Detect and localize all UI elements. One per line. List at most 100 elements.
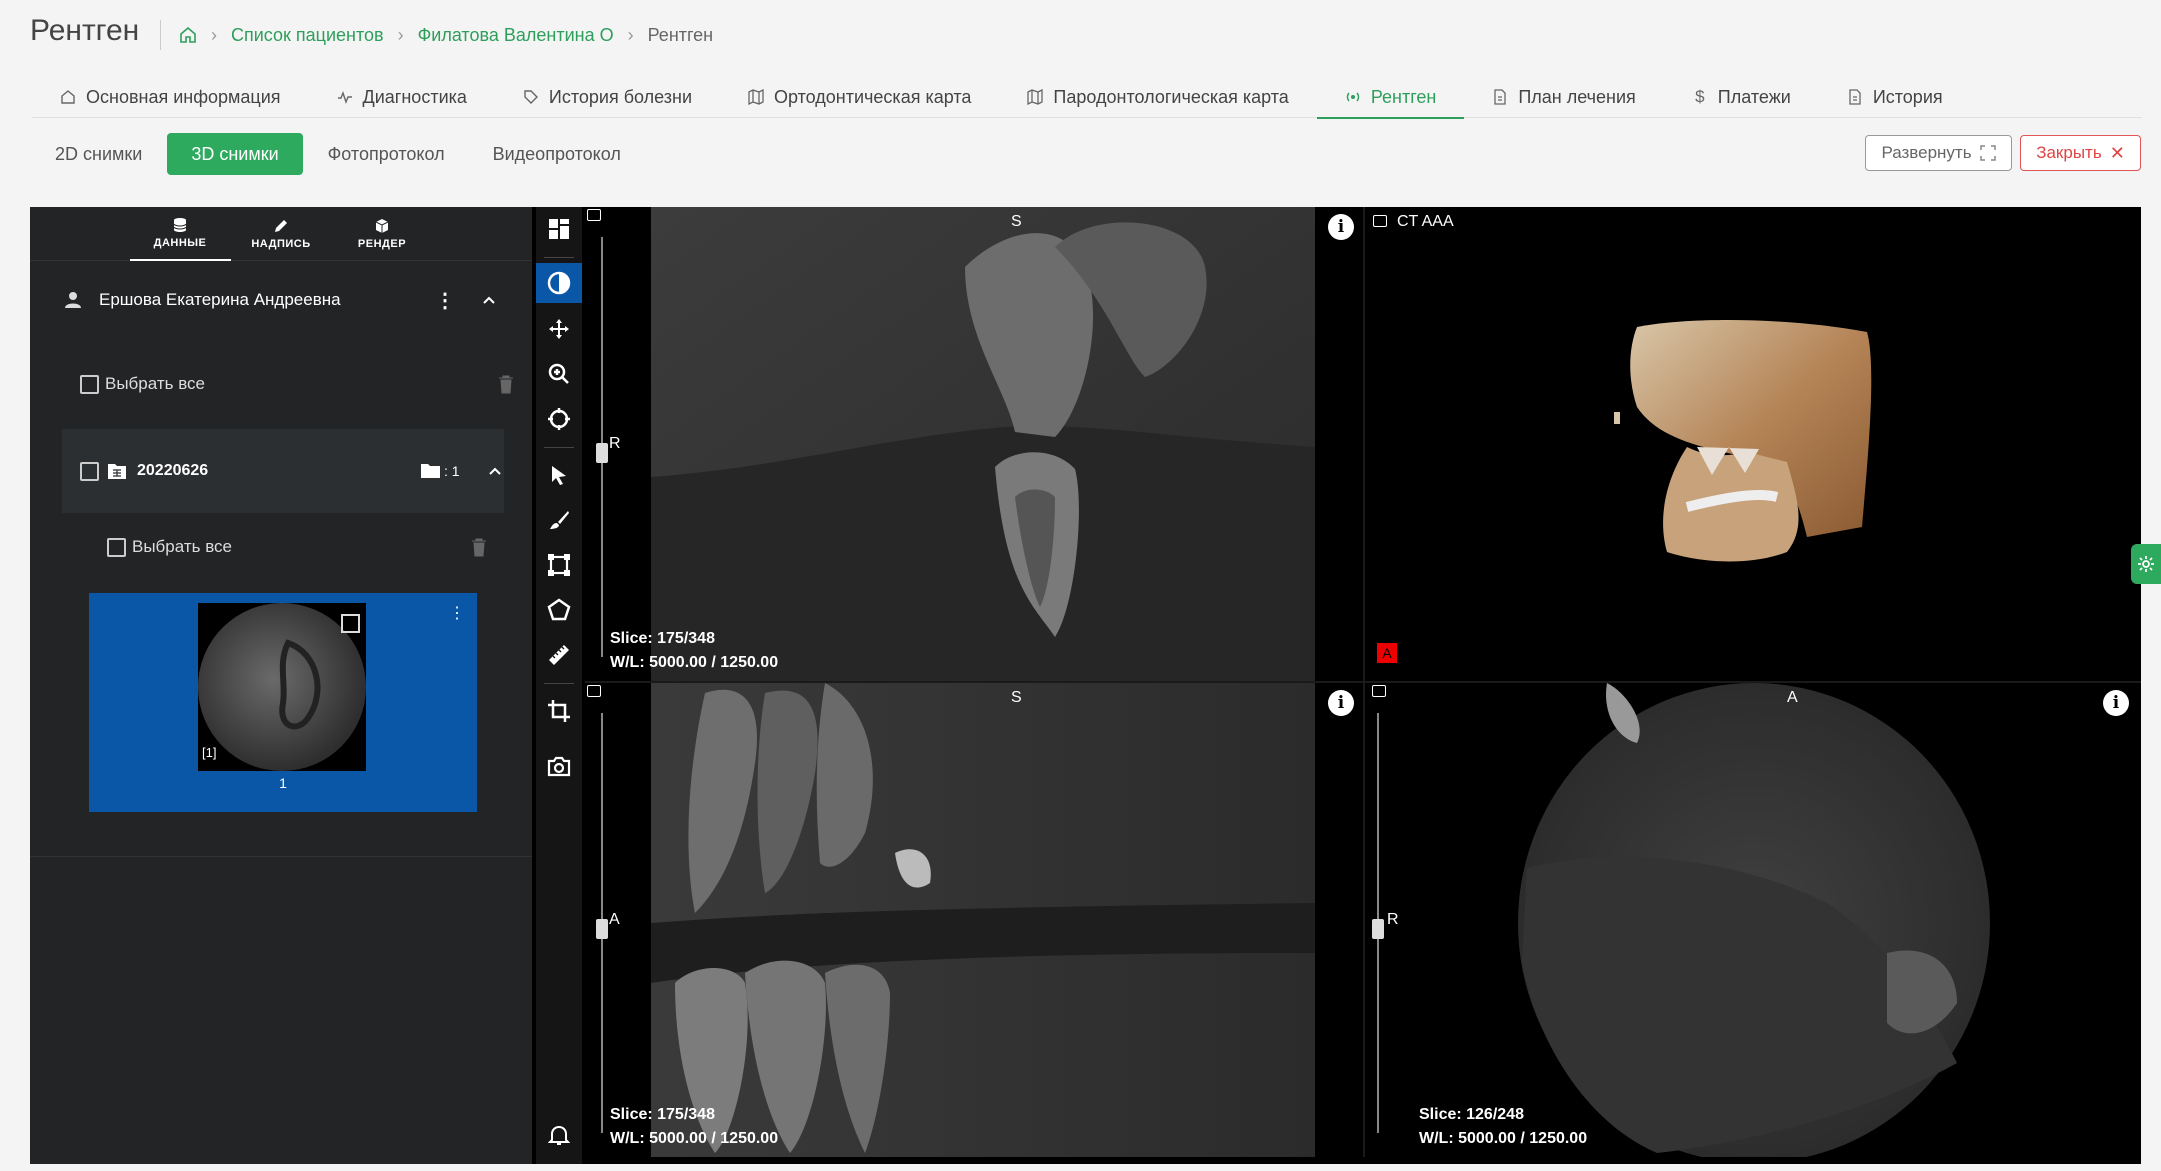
more-vert-icon[interactable]: ⋮	[435, 288, 455, 313]
crosshair-tool[interactable]	[536, 399, 582, 439]
snapshot-small-icon[interactable]	[587, 685, 601, 697]
series-thumbnail[interactable]: [1]	[198, 603, 366, 771]
info-icon[interactable]: i	[1328, 690, 1354, 716]
info-icon[interactable]: i	[1328, 214, 1354, 240]
trash-icon[interactable]	[498, 374, 514, 394]
select-all-checkbox[interactable]	[80, 374, 99, 394]
orientation-top: S	[1011, 689, 1022, 706]
tab-perio-map[interactable]: Пародонтологическая карта	[999, 76, 1316, 118]
slice-info: Slice: 126/248 W/L: 5000.00 / 1250.00	[1419, 1103, 1587, 1151]
panel-tab-label: ДАННЫЕ	[153, 237, 207, 249]
subtab-photo[interactable]: Фотопротокол	[305, 133, 468, 175]
tab-ortho-map[interactable]: Ортодонтическая карта	[720, 76, 999, 118]
breadcrumb-current: Рентген	[647, 24, 714, 45]
tab-history[interactable]: История болезни	[495, 76, 720, 118]
more-vert-icon[interactable]: ⋮	[449, 603, 465, 623]
polygon-tool[interactable]	[536, 590, 582, 630]
viewport-sagittal-bottom[interactable]: S A Slice: 175/348 W/L: 5000.00 / 1250.0…	[585, 683, 1365, 1157]
viewport-title: CT AAA	[1397, 213, 1454, 230]
select-tool[interactable]	[536, 455, 582, 495]
notifications-tool[interactable]	[536, 1115, 582, 1155]
tab-payments[interactable]: $ Платежи	[1664, 76, 1819, 118]
dollar-icon: $	[1695, 87, 1705, 106]
folder-count: : 1	[444, 463, 460, 479]
chevron-right-icon: ›	[397, 24, 404, 45]
tab-label: Платежи	[1717, 86, 1791, 107]
layout-tool[interactable]	[536, 209, 582, 249]
crop-icon	[548, 700, 570, 722]
study-folder[interactable]: 20220626 : 1	[62, 429, 504, 513]
tab-xray[interactable]: Рентген	[1316, 76, 1465, 119]
zoom-tool[interactable]	[536, 354, 582, 394]
close-label: Закрыть	[2036, 143, 2102, 162]
toolbar-divider	[544, 683, 574, 684]
rectangle-tool[interactable]	[536, 545, 582, 585]
tab-basic-info[interactable]: Основная информация	[32, 76, 309, 118]
viewport-axial[interactable]: A R Slice: 126/248 W/L: 5000.00 / 1250.0…	[1367, 683, 2141, 1157]
brush-tool[interactable]	[536, 500, 582, 540]
window-level-tool[interactable]	[536, 263, 582, 303]
select-all-inner-checkbox[interactable]	[107, 537, 126, 557]
subtab-3d[interactable]: 3D снимки	[167, 133, 303, 175]
tab-diagnostics[interactable]: Диагностика	[309, 76, 495, 118]
breadcrumb-patient-link[interactable]: Филатова Валентина О	[418, 25, 614, 46]
folder-checkbox[interactable]	[80, 461, 99, 481]
tab-label: Диагностика	[362, 86, 467, 107]
snapshot-small-icon[interactable]	[587, 209, 601, 221]
panel-tabs: ДАННЫЕ НАДПИСЬ РЕНДЕР	[30, 207, 532, 261]
tab-treatment-plan[interactable]: План лечения	[1464, 76, 1663, 118]
patient-row[interactable]: Ершова Екатерина Андреевна ⋮	[30, 275, 532, 325]
close-icon: ✕	[2109, 142, 2125, 163]
chevron-up-icon[interactable]	[481, 292, 497, 308]
pentagon-icon	[547, 598, 571, 621]
snapshot-small-icon[interactable]	[1373, 215, 1387, 227]
panel-divider	[30, 856, 532, 857]
panel-tab-render[interactable]: РЕНДЕР	[332, 207, 433, 261]
tab-log[interactable]: История	[1819, 76, 1971, 118]
camera-icon	[547, 756, 571, 777]
toolbar-divider	[544, 257, 574, 258]
tab-label: История болезни	[548, 86, 693, 107]
ruler-tool[interactable]	[536, 635, 582, 675]
orientation-top: A	[1787, 689, 1798, 706]
select-all-row: Выбрать все	[80, 369, 513, 399]
close-button[interactable]: Закрыть ✕	[2020, 135, 2141, 171]
slice-slider-knob[interactable]	[596, 919, 608, 939]
viewer-toolbar	[536, 207, 582, 1164]
trash-icon[interactable]	[471, 537, 487, 557]
subtab-2d[interactable]: 2D снимки	[32, 133, 165, 175]
snapshot-small-icon[interactable]	[1372, 685, 1386, 697]
viewport-sagittal-top[interactable]: S R Slice: 175/348 W/L: 5000.00 / 1250.0…	[585, 207, 1365, 681]
snapshot-tool[interactable]	[536, 747, 582, 787]
expand-button[interactable]: Развернуть	[1865, 135, 2012, 171]
viewport-3d-render[interactable]: CT AAA A	[1367, 207, 2141, 681]
zoom-in-icon	[548, 363, 569, 384]
pan-tool[interactable]	[536, 309, 582, 349]
slice-slider-knob[interactable]	[596, 443, 608, 463]
chevron-up-icon[interactable]	[487, 463, 503, 479]
breadcrumb-patients-link[interactable]: Список пациентов	[231, 25, 384, 46]
settings-gear-button[interactable]	[2131, 544, 2161, 584]
subtab-video[interactable]: Видеопротокол	[470, 133, 644, 175]
panel-tab-label-edit[interactable]: НАДПИСЬ	[231, 207, 332, 261]
chevron-right-icon: ›	[627, 24, 634, 45]
ct-slice-image	[1518, 683, 1990, 1157]
thumbnail-caption: 1	[279, 775, 287, 791]
tab-label: Рентген	[1370, 86, 1437, 107]
slice-number: Slice: 175/348	[610, 1106, 715, 1123]
series-thumbnail-card[interactable]: [1] ⋮ 1	[89, 593, 477, 812]
home-icon[interactable]	[179, 26, 197, 44]
panel-tab-data[interactable]: ДАННЫЕ	[129, 207, 231, 261]
expand-label: Развернуть	[1881, 143, 1972, 162]
breadcrumb: › Список пациентов › Филатова Валентина …	[160, 20, 713, 50]
toolbar-divider	[544, 447, 574, 448]
dicom-viewer: ДАННЫЕ НАДПИСЬ РЕНДЕР Ершова Екатерина А…	[30, 207, 2141, 1164]
page-title: Рентген	[30, 14, 140, 47]
patient-name: Ершова Екатерина Андреевна	[99, 290, 341, 309]
info-icon[interactable]: i	[2103, 690, 2129, 716]
orientation-left: R	[609, 435, 621, 452]
crop-tool[interactable]	[536, 691, 582, 731]
window-level: W/L: 5000.00 / 1250.00	[610, 654, 779, 671]
slice-slider-knob[interactable]	[1372, 919, 1384, 939]
thumbnail-checkbox[interactable]	[341, 614, 360, 633]
